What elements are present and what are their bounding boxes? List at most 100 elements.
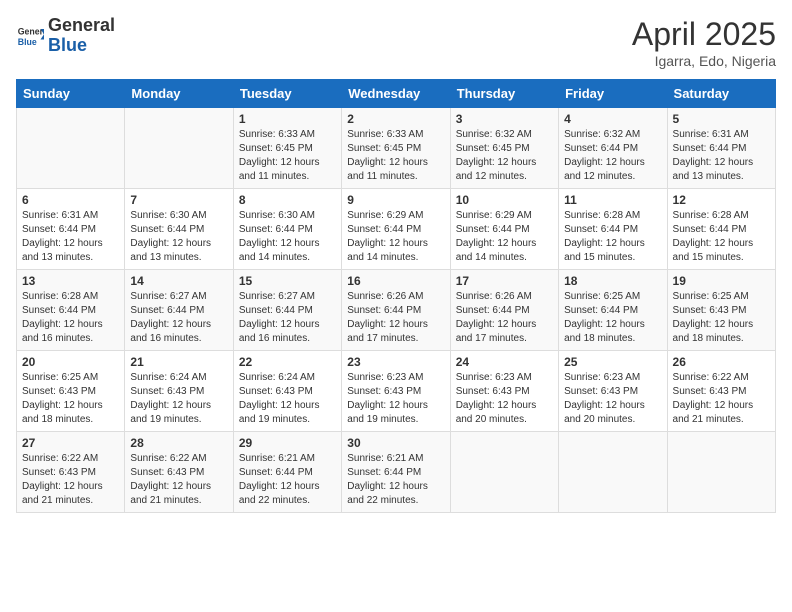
weekday-tuesday: Tuesday — [233, 80, 341, 108]
day-info: Sunrise: 6:22 AMSunset: 6:43 PMDaylight:… — [130, 452, 227, 508]
calendar-cell — [125, 108, 233, 189]
day-number: 20 — [22, 355, 119, 369]
calendar-cell: 13 Sunrise: 6:28 AMSunset: 6:44 PMDayligh… — [17, 270, 125, 351]
day-number: 1 — [239, 112, 336, 126]
day-number: 21 — [130, 355, 227, 369]
day-info: Sunrise: 6:21 AMSunset: 6:44 PMDaylight:… — [347, 452, 444, 508]
day-info: Sunrise: 6:31 AMSunset: 6:44 PMDaylight:… — [673, 128, 770, 184]
week-row-5: 27 Sunrise: 6:22 AMSunset: 6:43 PMDayligh… — [17, 432, 776, 513]
day-number: 7 — [130, 193, 227, 207]
day-info: Sunrise: 6:24 AMSunset: 6:43 PMDaylight:… — [130, 371, 227, 427]
calendar-cell: 12Sunrise: 6:28 AMSunset: 6:44 PMDayligh… — [667, 189, 775, 270]
day-info: Sunrise: 6:33 AMSunset: 6:45 PMDaylight:… — [239, 128, 336, 184]
day-number: 16 — [347, 274, 444, 288]
weekday-sunday: Sunday — [17, 80, 125, 108]
day-number: 29 — [239, 436, 336, 450]
calendar: SundayMondayTuesdayWednesdayThursdayFrid… — [16, 79, 776, 513]
calendar-cell: 6 Sunrise: 6:31 AMSunset: 6:44 PMDaylight… — [17, 189, 125, 270]
week-row-3: 13 Sunrise: 6:28 AMSunset: 6:44 PMDayligh… — [17, 270, 776, 351]
calendar-cell: 18Sunrise: 6:25 AMSunset: 6:44 PMDayligh… — [559, 270, 667, 351]
weekday-saturday: Saturday — [667, 80, 775, 108]
weekday-header-row: SundayMondayTuesdayWednesdayThursdayFrid… — [17, 80, 776, 108]
day-info: Sunrise: 6:31 AMSunset: 6:44 PMDaylight:… — [22, 209, 119, 265]
day-info: Sunrise: 6:32 AMSunset: 6:45 PMDaylight:… — [456, 128, 553, 184]
calendar-cell: 20 Sunrise: 6:25 AMSunset: 6:43 PMDayligh… — [17, 351, 125, 432]
day-number: 30 — [347, 436, 444, 450]
calendar-cell: 21 Sunrise: 6:24 AMSunset: 6:43 PMDayligh… — [125, 351, 233, 432]
week-row-1: 1 Sunrise: 6:33 AMSunset: 6:45 PMDaylight… — [17, 108, 776, 189]
logo: General Blue General Blue — [16, 16, 115, 56]
day-info: Sunrise: 6:22 AMSunset: 6:43 PMDaylight:… — [673, 371, 770, 427]
weekday-wednesday: Wednesday — [342, 80, 450, 108]
svg-text:Blue: Blue — [18, 37, 37, 47]
day-number: 6 — [22, 193, 119, 207]
day-info: Sunrise: 6:26 AMSunset: 6:44 PMDaylight:… — [347, 290, 444, 346]
day-number: 8 — [239, 193, 336, 207]
header: General Blue General Blue April 2025 Iga… — [16, 16, 776, 69]
calendar-cell: 26Sunrise: 6:22 AMSunset: 6:43 PMDayligh… — [667, 351, 775, 432]
week-row-2: 6 Sunrise: 6:31 AMSunset: 6:44 PMDaylight… — [17, 189, 776, 270]
day-number: 14 — [130, 274, 227, 288]
day-info: Sunrise: 6:25 AMSunset: 6:43 PMDaylight:… — [22, 371, 119, 427]
weekday-monday: Monday — [125, 80, 233, 108]
calendar-cell: 10 Sunrise: 6:29 AMSunset: 6:44 PMDayligh… — [450, 189, 558, 270]
day-info: Sunrise: 6:30 AMSunset: 6:44 PMDaylight:… — [130, 209, 227, 265]
day-info: Sunrise: 6:32 AMSunset: 6:44 PMDaylight:… — [564, 128, 661, 184]
calendar-cell: 25 Sunrise: 6:23 AMSunset: 6:43 PMDayligh… — [559, 351, 667, 432]
day-info: Sunrise: 6:26 AMSunset: 6:44 PMDaylight:… — [456, 290, 553, 346]
calendar-cell: 11 Sunrise: 6:28 AMSunset: 6:44 PMDayligh… — [559, 189, 667, 270]
month-title: April 2025 — [632, 16, 776, 53]
calendar-cell: 9 Sunrise: 6:29 AMSunset: 6:44 PMDaylight… — [342, 189, 450, 270]
day-number: 13 — [22, 274, 119, 288]
day-number: 18 — [564, 274, 661, 288]
day-info: Sunrise: 6:27 AMSunset: 6:44 PMDaylight:… — [239, 290, 336, 346]
calendar-cell — [559, 432, 667, 513]
day-number: 10 — [456, 193, 553, 207]
day-number: 11 — [564, 193, 661, 207]
calendar-cell: 24Sunrise: 6:23 AMSunset: 6:43 PMDayligh… — [450, 351, 558, 432]
day-number: 22 — [239, 355, 336, 369]
day-number: 23 — [347, 355, 444, 369]
day-info: Sunrise: 6:23 AMSunset: 6:43 PMDaylight:… — [456, 371, 553, 427]
logo-blue: Blue — [48, 36, 115, 56]
calendar-cell: 30 Sunrise: 6:21 AMSunset: 6:44 PMDayligh… — [342, 432, 450, 513]
day-info: Sunrise: 6:23 AMSunset: 6:43 PMDaylight:… — [347, 371, 444, 427]
day-info: Sunrise: 6:29 AMSunset: 6:44 PMDaylight:… — [347, 209, 444, 265]
day-number: 25 — [564, 355, 661, 369]
day-info: Sunrise: 6:24 AMSunset: 6:43 PMDaylight:… — [239, 371, 336, 427]
day-info: Sunrise: 6:28 AMSunset: 6:44 PMDaylight:… — [564, 209, 661, 265]
calendar-cell: 19 Sunrise: 6:25 AMSunset: 6:43 PMDayligh… — [667, 270, 775, 351]
day-number: 17 — [456, 274, 553, 288]
calendar-cell: 1 Sunrise: 6:33 AMSunset: 6:45 PMDaylight… — [233, 108, 341, 189]
day-number: 5 — [673, 112, 770, 126]
title-area: April 2025 Igarra, Edo, Nigeria — [632, 16, 776, 69]
day-info: Sunrise: 6:21 AMSunset: 6:44 PMDaylight:… — [239, 452, 336, 508]
calendar-cell: 15 Sunrise: 6:27 AMSunset: 6:44 PMDayligh… — [233, 270, 341, 351]
calendar-cell: 5 Sunrise: 6:31 AMSunset: 6:44 PMDaylight… — [667, 108, 775, 189]
day-number: 15 — [239, 274, 336, 288]
calendar-cell — [450, 432, 558, 513]
calendar-cell: 16 Sunrise: 6:26 AMSunset: 6:44 PMDayligh… — [342, 270, 450, 351]
week-row-4: 20 Sunrise: 6:25 AMSunset: 6:43 PMDayligh… — [17, 351, 776, 432]
day-info: Sunrise: 6:22 AMSunset: 6:43 PMDaylight:… — [22, 452, 119, 508]
weekday-thursday: Thursday — [450, 80, 558, 108]
calendar-cell: 3Sunrise: 6:32 AMSunset: 6:45 PMDaylight… — [450, 108, 558, 189]
day-info: Sunrise: 6:28 AMSunset: 6:44 PMDaylight:… — [22, 290, 119, 346]
calendar-cell: 8Sunrise: 6:30 AMSunset: 6:44 PMDaylight… — [233, 189, 341, 270]
calendar-cell: 2Sunrise: 6:33 AMSunset: 6:45 PMDaylight… — [342, 108, 450, 189]
day-number: 9 — [347, 193, 444, 207]
calendar-cell: 27 Sunrise: 6:22 AMSunset: 6:43 PMDayligh… — [17, 432, 125, 513]
calendar-cell: 4Sunrise: 6:32 AMSunset: 6:44 PMDaylight… — [559, 108, 667, 189]
calendar-cell — [667, 432, 775, 513]
logo-general: General — [48, 16, 115, 36]
svg-text:General: General — [18, 26, 44, 36]
day-info: Sunrise: 6:25 AMSunset: 6:43 PMDaylight:… — [673, 290, 770, 346]
day-info: Sunrise: 6:28 AMSunset: 6:44 PMDaylight:… — [673, 209, 770, 265]
day-number: 2 — [347, 112, 444, 126]
day-info: Sunrise: 6:23 AMSunset: 6:43 PMDaylight:… — [564, 371, 661, 427]
day-number: 27 — [22, 436, 119, 450]
day-number: 19 — [673, 274, 770, 288]
day-info: Sunrise: 6:29 AMSunset: 6:44 PMDaylight:… — [456, 209, 553, 265]
calendar-cell: 17 Sunrise: 6:26 AMSunset: 6:44 PMDayligh… — [450, 270, 558, 351]
location-title: Igarra, Edo, Nigeria — [632, 53, 776, 69]
